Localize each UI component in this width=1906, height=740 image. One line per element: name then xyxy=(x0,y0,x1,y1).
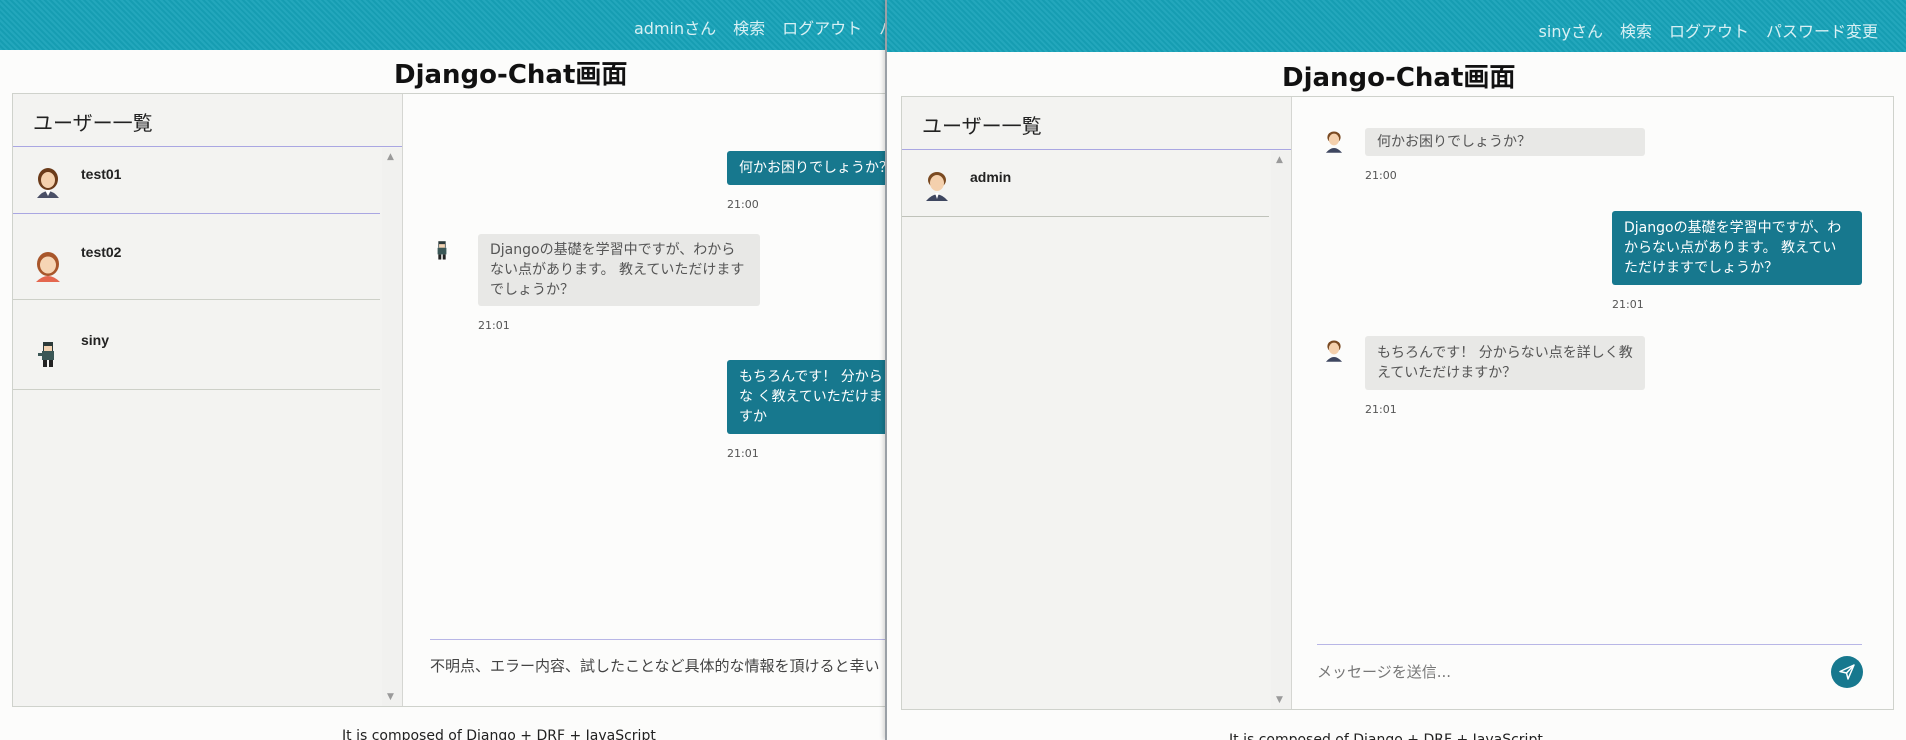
message-incoming: Djangoの基礎を学習中ですが、わからない点があります。 教えていただけますで… xyxy=(478,234,760,336)
scroll-down-arrow-icon[interactable]: ▼ xyxy=(387,692,394,702)
scroll-up-arrow-icon[interactable]: ▲ xyxy=(387,152,394,162)
page-title: Django-Chat画面 xyxy=(1282,63,1516,93)
message-time: 21:01 xyxy=(478,319,510,332)
message-bubble: 何かお困りでしょうか？ xyxy=(727,151,888,185)
female-avatar-icon xyxy=(36,252,60,282)
send-button[interactable] xyxy=(1831,656,1863,688)
footer-text: It is composed of Django + DRF + JavaScr… xyxy=(1229,732,1543,740)
scroll-up-arrow-icon[interactable]: ▲ xyxy=(1276,155,1283,165)
user-item-test01[interactable]: test01 xyxy=(13,148,380,214)
message-incoming: 何かお困りでしょうか？ 21:00 xyxy=(1365,128,1645,186)
user-item-admin[interactable]: admin xyxy=(902,151,1269,217)
message-input[interactable]: 不明点、エラー内容、試したことなど具体的な情報を頂けると幸い xyxy=(430,639,888,676)
admin-avatar-icon xyxy=(1323,128,1345,154)
male-avatar-icon xyxy=(926,172,948,201)
message-outgoing: Djangoの基礎を学習中ですが、わからない点があります。 教えていただけますで… xyxy=(1612,211,1862,315)
paper-plane-icon xyxy=(1839,664,1855,680)
user-name: siny xyxy=(81,332,110,348)
message-outgoing: 何かお困りでしょうか？ 21:00 xyxy=(727,151,888,215)
message-input[interactable]: メッセージを送信... xyxy=(1317,644,1862,694)
message-bubble: もちろんです！ 分からな く教えていただけますか xyxy=(727,360,888,434)
message-time: 21:00 xyxy=(727,198,759,211)
navbar: sinyさん 検索 ログアウト パスワード変更 xyxy=(887,0,1906,52)
message-time: 21:00 xyxy=(1365,169,1397,182)
message-time: 21:01 xyxy=(727,447,759,460)
scroll-down-arrow-icon[interactable]: ▼ xyxy=(1276,695,1283,705)
female-office-avatar-icon xyxy=(37,168,59,198)
page-title: Django-Chat画面 xyxy=(394,60,628,90)
nav-search-link[interactable]: 検索 xyxy=(733,15,765,39)
user-name: test01 xyxy=(81,166,122,182)
user-item-test02[interactable]: test02 xyxy=(13,214,380,300)
message-time: 21:01 xyxy=(1365,403,1397,416)
nav-logout-link[interactable]: ログアウト xyxy=(1669,18,1749,42)
nav-username[interactable]: sinyさん xyxy=(1539,18,1603,42)
message-bubble: もちろんです！ 分からない点を詳しく教えていただけますか？ xyxy=(1365,336,1645,390)
user-list-panel: ユーザー一覧 test01 test02 siny ▲ ▼ xyxy=(13,94,403,706)
footer-text: It is composed of Django + DRF + JavaScr… xyxy=(342,728,656,740)
pixel-character-avatar-icon xyxy=(38,342,54,367)
user-list-scrollbar[interactable]: ▲ ▼ xyxy=(382,148,402,706)
message-panel: 何かお困りでしょうか？ 21:00 Djangoの基礎を学習中ですが、わからない… xyxy=(1293,97,1893,709)
chat-container: ユーザー一覧 admin ▲ ▼ 何かお困りでしょうか？ 21:00 Djang… xyxy=(901,96,1894,710)
user-list-header: ユーザー一覧 xyxy=(13,94,402,147)
user-list: admin xyxy=(902,151,1269,709)
nav-logout-link[interactable]: ログアウト xyxy=(782,15,862,39)
message-time: 21:01 xyxy=(1612,298,1644,311)
message-outgoing: もちろんです！ 分からな く教えていただけますか 21:01 xyxy=(727,360,888,464)
message-panel: 何かお困りでしょうか？ 21:00 Djangoの基礎を学習中ですが、わからない… xyxy=(404,94,888,706)
nav-links: adminさん 検索 ログアウト パ xyxy=(634,15,888,39)
siny-browser-window: sinyさん 検索 ログアウト パスワード変更 Django-Chat画面 ユー… xyxy=(885,0,1906,740)
nav-links: sinyさん 検索 ログアウト パスワード変更 xyxy=(1539,18,1878,42)
message-bubble: Djangoの基礎を学習中ですが、わからない点があります。 教えていただけますで… xyxy=(478,234,760,306)
user-list: test01 test02 siny xyxy=(13,148,380,706)
user-name: test02 xyxy=(81,244,122,260)
user-item-siny[interactable]: siny xyxy=(13,300,380,390)
navbar: adminさん 検索 ログアウト パ xyxy=(0,0,888,50)
admin-avatar-icon xyxy=(1323,337,1345,363)
message-bubble: Djangoの基礎を学習中ですが、わからない点があります。 教えていただけますで… xyxy=(1612,211,1862,285)
user-name: admin xyxy=(970,169,1012,185)
nav-search-link[interactable]: 検索 xyxy=(1620,18,1652,42)
siny-avatar-icon xyxy=(431,237,453,263)
user-list-scrollbar[interactable]: ▲ ▼ xyxy=(1271,151,1291,709)
nav-username[interactable]: adminさん xyxy=(634,15,716,39)
chat-container: ユーザー一覧 test01 test02 siny ▲ ▼ 何かお困りでしょうか… xyxy=(12,93,888,707)
nav-password-change-link[interactable]: パスワード変更 xyxy=(1766,18,1878,42)
message-incoming: もちろんです！ 分からない点を詳しく教えていただけますか？ 21:01 xyxy=(1365,336,1645,420)
user-list-header: ユーザー一覧 xyxy=(902,97,1291,150)
user-list-panel: ユーザー一覧 admin ▲ ▼ xyxy=(902,97,1292,709)
admin-browser-window: adminさん 検索 ログアウト パ Django-Chat画面 ユーザー一覧 … xyxy=(0,0,888,740)
message-bubble: 何かお困りでしょうか？ xyxy=(1365,128,1645,156)
